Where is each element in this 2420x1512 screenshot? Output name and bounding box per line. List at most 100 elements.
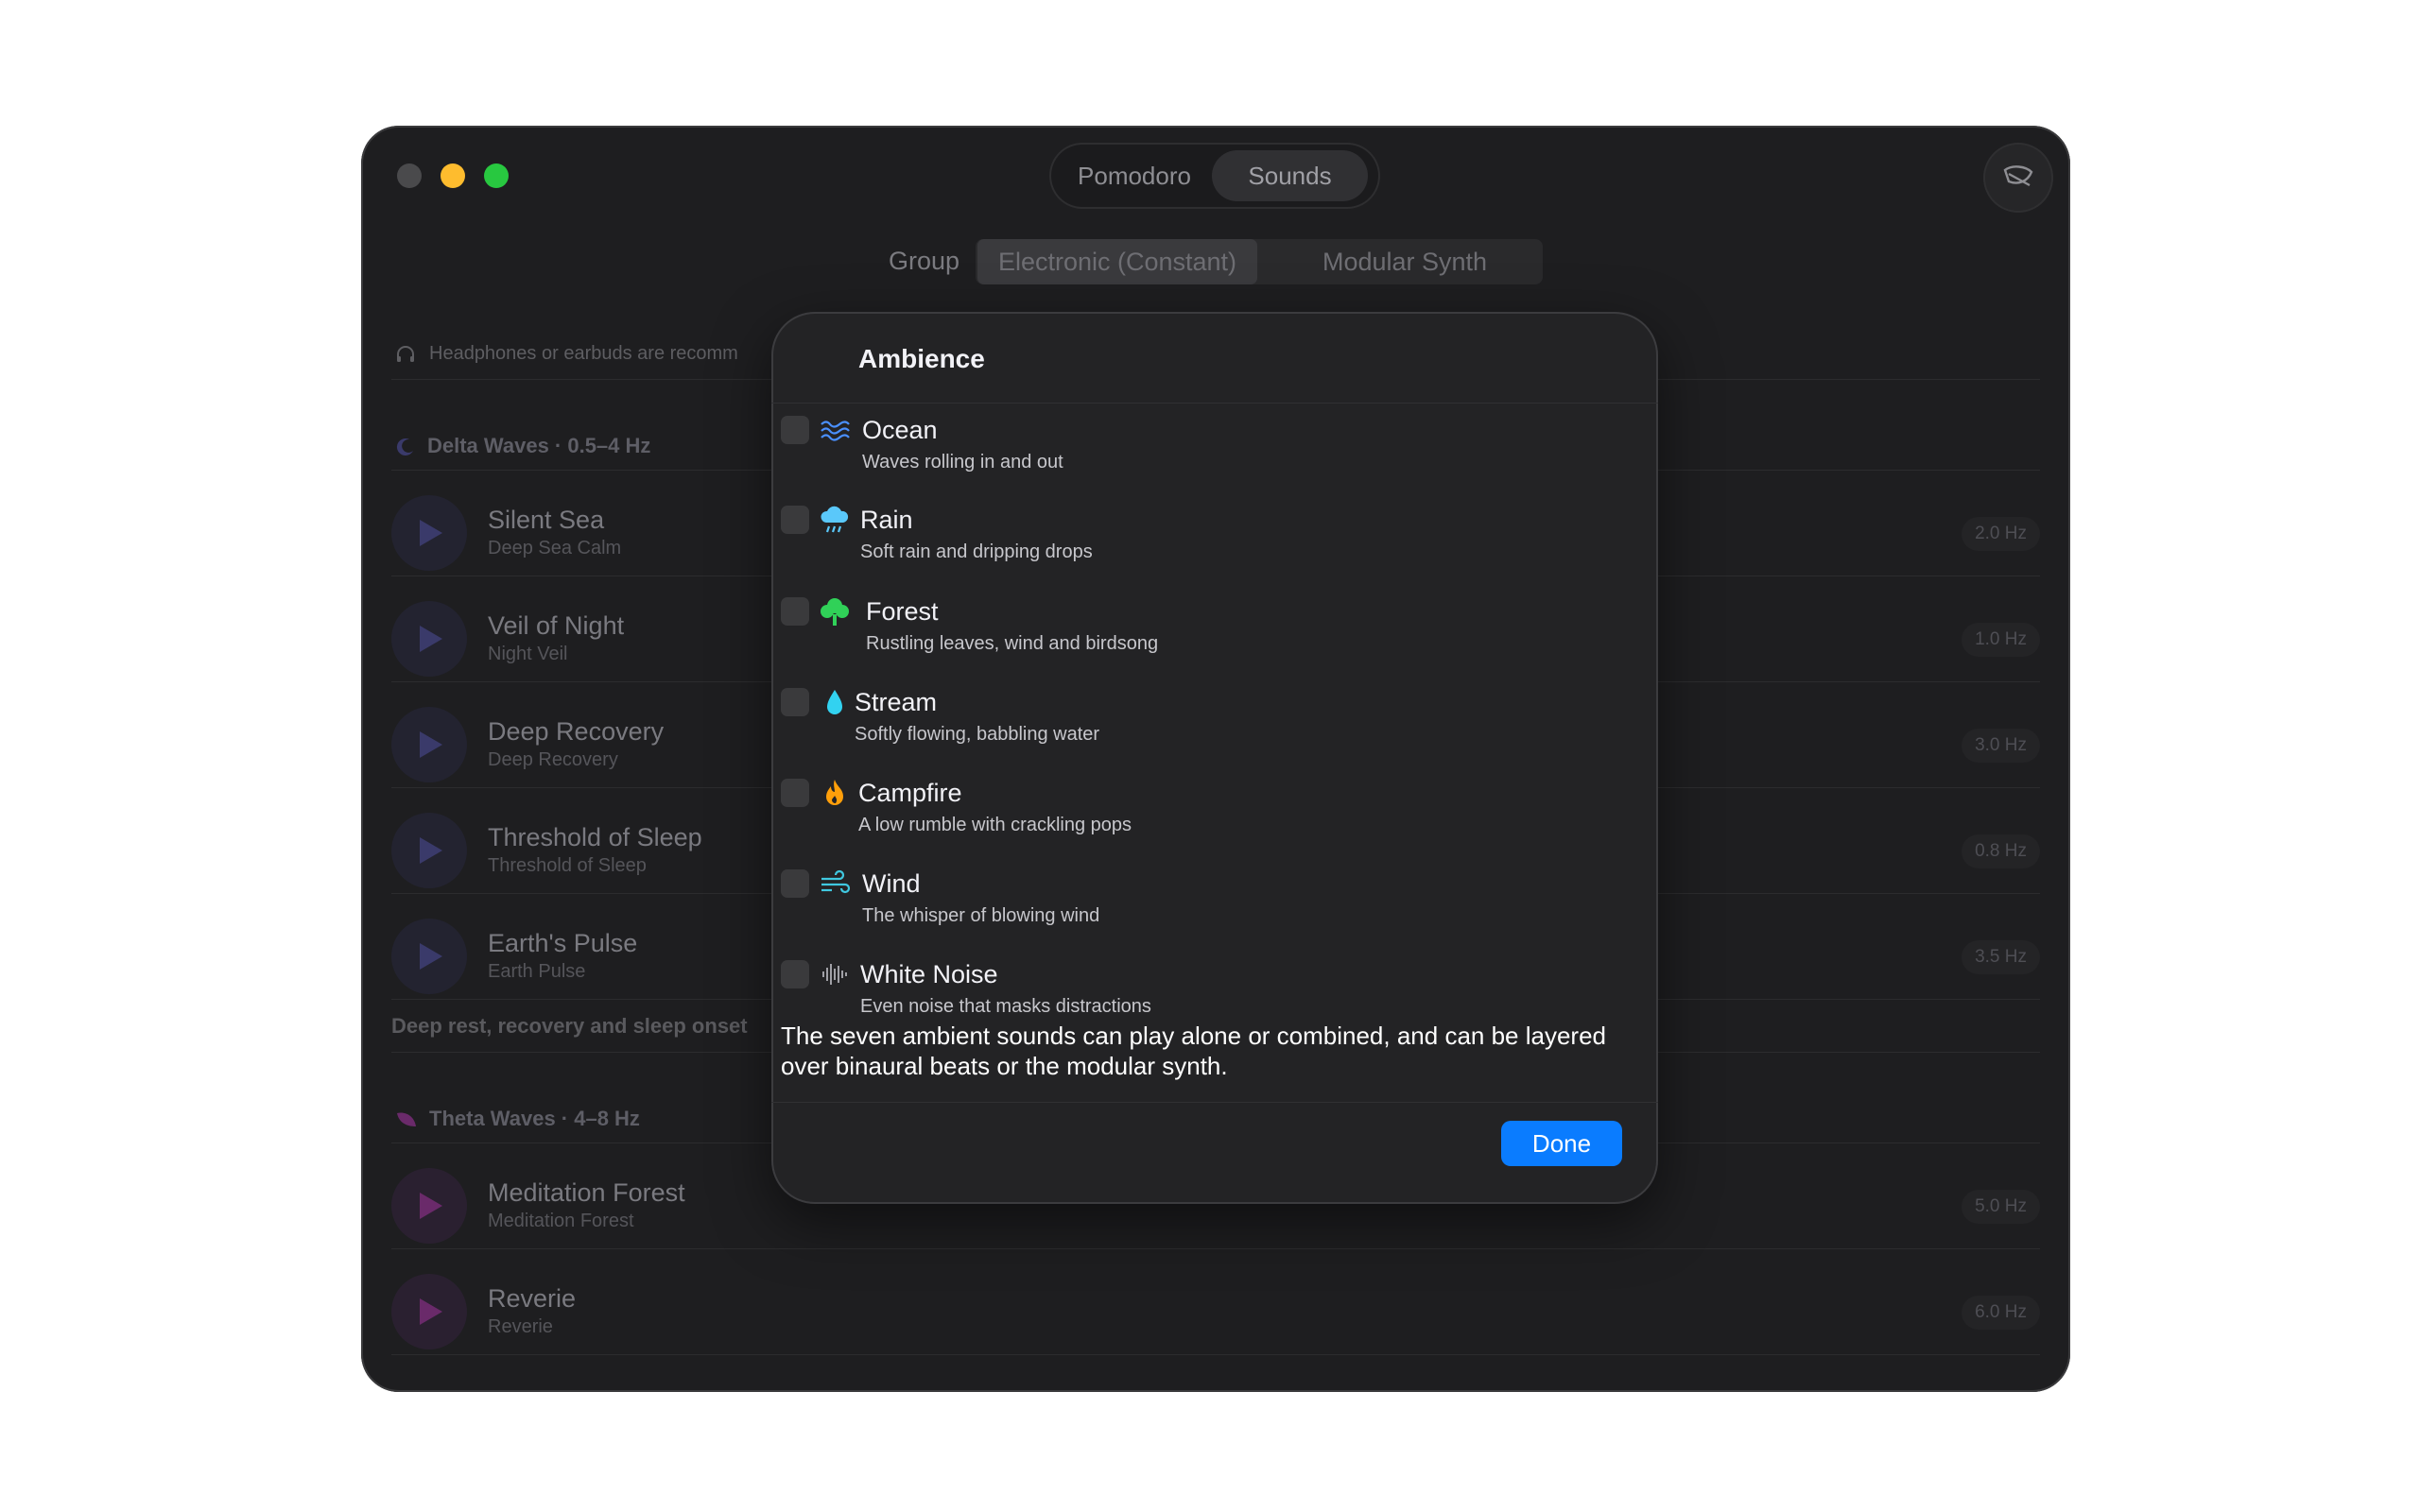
theta-waves-heading: Theta Waves · 4–8 Hz xyxy=(395,1107,640,1131)
frequency-badge: 0.8 Hz xyxy=(1962,834,2040,868)
headphones-icon xyxy=(397,345,414,362)
tab-sounds[interactable]: Sounds xyxy=(1212,150,1368,201)
track-subtitle: Deep Recovery xyxy=(488,749,618,770)
moon-icon xyxy=(396,438,413,456)
track-subtitle: Night Veil xyxy=(488,644,568,664)
hint-text: Headphones or earbuds are recomm xyxy=(429,343,738,364)
item-subtitle: Soft rain and dripping drops xyxy=(860,541,1093,562)
play-button[interactable] xyxy=(391,813,467,888)
checkbox[interactable] xyxy=(781,597,809,626)
checkbox[interactable] xyxy=(781,416,809,444)
track-title: Silent Sea xyxy=(488,506,605,534)
headphones-hint: Headphones or earbuds are recomm xyxy=(395,343,738,365)
cloud-rain-icon xyxy=(821,506,849,533)
play-icon xyxy=(420,520,442,546)
checkbox[interactable] xyxy=(781,960,809,988)
checkbox[interactable] xyxy=(781,869,809,898)
maximize-window-button[interactable] xyxy=(484,163,509,188)
leaf-icon xyxy=(397,1112,416,1127)
track-subtitle: Meditation Forest xyxy=(488,1211,634,1231)
minimize-window-button[interactable] xyxy=(441,163,465,188)
frequency-badge: 5.0 Hz xyxy=(1962,1190,2040,1224)
track-title: Threshold of Sleep xyxy=(488,823,702,851)
frequency-badge: 3.0 Hz xyxy=(1962,729,2040,763)
list-item[interactable]: Reverie Reverie 6.0 Hz xyxy=(391,1260,2040,1366)
play-icon xyxy=(420,1193,442,1219)
play-icon xyxy=(420,943,442,970)
frequency-badge: 3.5 Hz xyxy=(1962,940,2040,974)
frequency-badge: 1.0 Hz xyxy=(1962,623,2040,657)
checkbox[interactable] xyxy=(781,688,809,716)
tree-icon xyxy=(821,598,849,626)
waves-icon xyxy=(821,421,850,441)
close-window-button[interactable] xyxy=(397,163,422,188)
item-title: Rain xyxy=(860,506,913,534)
frequency-badge: 6.0 Hz xyxy=(1962,1296,2040,1330)
track-subtitle: Deep Sea Calm xyxy=(488,538,622,558)
item-subtitle: Softly flowing, babbling water xyxy=(855,724,1100,745)
track-title: Veil of Night xyxy=(488,611,625,640)
divider xyxy=(391,1248,2040,1249)
play-icon xyxy=(420,837,442,864)
group-segmented-control: Electronic (Constant) Modular Synth xyxy=(976,239,1543,284)
delta-description: Deep rest, recovery and sleep onset xyxy=(391,1014,748,1038)
item-title: Stream xyxy=(855,688,938,716)
track-title: Earth's Pulse xyxy=(488,929,638,957)
play-button[interactable] xyxy=(391,601,467,677)
track-title: Reverie xyxy=(488,1284,577,1313)
item-title: Wind xyxy=(862,869,921,898)
group-option-electronic[interactable]: Electronic (Constant) xyxy=(977,239,1257,284)
play-button[interactable] xyxy=(391,1168,467,1244)
play-icon xyxy=(420,1298,442,1325)
track-title: Meditation Forest xyxy=(488,1178,685,1207)
wind-icon xyxy=(821,869,851,894)
item-subtitle: The whisper of blowing wind xyxy=(862,905,1100,926)
item-title: Ocean xyxy=(862,416,938,444)
play-icon xyxy=(420,731,442,758)
drop-icon xyxy=(827,690,842,714)
delta-heading-text: Delta Waves · 0.5–4 Hz xyxy=(427,434,651,457)
play-button[interactable] xyxy=(391,707,467,782)
play-icon xyxy=(420,626,442,652)
delta-waves-heading: Delta Waves · 0.5–4 Hz xyxy=(395,434,650,458)
group-label: Group xyxy=(889,247,960,275)
play-button[interactable] xyxy=(391,919,467,994)
waveform-icon xyxy=(822,964,847,985)
ambience-item-forest[interactable]: Forest Rustling leaves, wind and birdson… xyxy=(771,592,1658,680)
theta-heading-text: Theta Waves · 4–8 Hz xyxy=(429,1107,640,1130)
dialog-note: The seven ambient sounds can play alone … xyxy=(781,1022,1607,1080)
track-subtitle: Reverie xyxy=(488,1316,553,1337)
ambience-button[interactable] xyxy=(1983,143,2053,213)
track-title: Deep Recovery xyxy=(488,717,665,746)
checkbox[interactable] xyxy=(781,779,809,807)
item-title: Forest xyxy=(866,597,939,626)
ambience-item-wind[interactable]: Wind The whisper of blowing wind xyxy=(771,864,1658,953)
divider xyxy=(391,1354,2040,1355)
leaf-icon xyxy=(2003,165,2033,187)
ambience-item-rain[interactable]: Rain Soft rain and dripping drops xyxy=(771,500,1658,589)
item-subtitle: Waves rolling in and out xyxy=(862,452,1063,472)
track-subtitle: Earth Pulse xyxy=(488,961,586,982)
frequency-badge: 2.0 Hz xyxy=(1962,517,2040,551)
dialog-title: Ambience xyxy=(858,344,985,373)
item-subtitle: A low rumble with crackling pops xyxy=(858,815,1132,835)
checkbox[interactable] xyxy=(781,506,809,534)
mode-segmented-control: Pomodoro Sounds xyxy=(1049,143,1380,209)
play-button[interactable] xyxy=(391,1274,467,1349)
divider xyxy=(771,1102,1658,1103)
track-subtitle: Threshold of Sleep xyxy=(488,855,647,876)
flame-icon xyxy=(826,780,843,805)
item-title: Campfire xyxy=(858,779,962,807)
ambience-item-ocean[interactable]: Ocean Waves rolling in and out xyxy=(771,410,1658,499)
ambience-dialog: Ambience Ocean Waves rolling in and out … xyxy=(771,312,1658,1204)
done-button[interactable]: Done xyxy=(1501,1121,1622,1166)
item-subtitle: Even noise that masks distractions xyxy=(860,996,1151,1017)
item-subtitle: Rustling leaves, wind and birdsong xyxy=(866,633,1159,654)
group-option-modular-synth[interactable]: Modular Synth xyxy=(1269,239,1541,284)
item-title: White Noise xyxy=(860,960,998,988)
tab-pomodoro[interactable]: Pomodoro xyxy=(1059,150,1210,201)
divider xyxy=(771,403,1658,404)
ambience-item-stream[interactable]: Stream Softly flowing, babbling water xyxy=(771,682,1658,771)
ambience-item-campfire[interactable]: Campfire A low rumble with crackling pop… xyxy=(771,773,1658,862)
play-button[interactable] xyxy=(391,495,467,571)
